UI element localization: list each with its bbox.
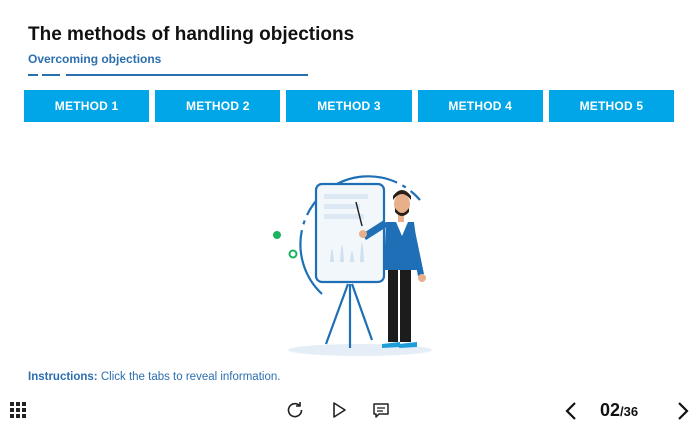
instructions-label: Instructions: xyxy=(28,371,98,383)
chevron-left-icon xyxy=(565,402,576,420)
grid-icon xyxy=(10,402,26,418)
current-slide-number: 02 xyxy=(600,400,621,420)
instructions-body: Click the tabs to reveal information. xyxy=(97,371,281,383)
previous-slide-button[interactable] xyxy=(562,400,580,422)
tab-method-4[interactable]: METHOD 4 xyxy=(417,90,543,122)
tab-method-2[interactable]: METHOD 2 xyxy=(155,90,281,122)
caption-icon xyxy=(373,403,389,418)
tab-method-3[interactable]: METHOD 3 xyxy=(286,90,412,122)
slide-counter: 02/36 xyxy=(600,400,638,421)
decorative-underline xyxy=(28,74,308,76)
tab-method-1[interactable]: METHOD 1 xyxy=(24,90,150,122)
transcript-button[interactable] xyxy=(372,402,390,420)
menu-grid-button[interactable] xyxy=(10,402,26,418)
page-subtitle: Overcoming objections xyxy=(28,52,162,66)
play-icon xyxy=(333,402,346,418)
page-title: The methods of handling objections xyxy=(28,24,355,45)
instructions-text: Instructions: Click the tabs to reveal i… xyxy=(28,371,280,383)
tab-method-5[interactable]: METHOD 5 xyxy=(548,90,675,122)
play-button[interactable] xyxy=(330,401,348,419)
next-slide-button[interactable] xyxy=(674,400,692,422)
total-slide-count: /36 xyxy=(620,404,639,419)
replay-button[interactable] xyxy=(286,401,304,419)
presenter-illustration xyxy=(273,175,432,356)
replay-icon xyxy=(287,402,303,418)
method-tabs: METHOD 1 METHOD 2 METHOD 3 METHOD 4 METH… xyxy=(24,90,675,122)
chevron-right-icon xyxy=(678,402,689,420)
